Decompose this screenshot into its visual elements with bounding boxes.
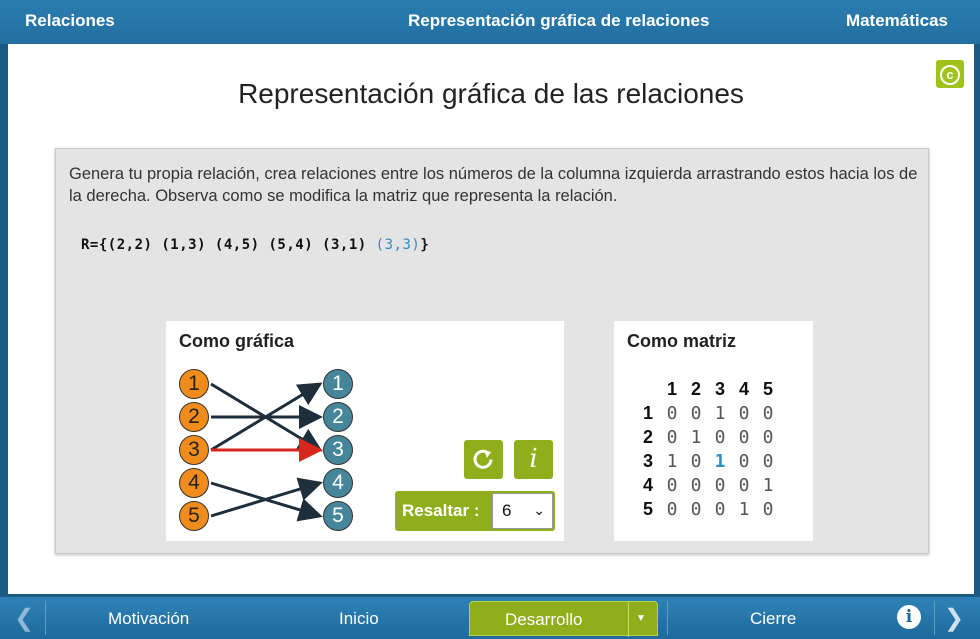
chevron-down-icon: ⌄ [533, 502, 545, 518]
matrix-cell: 0 [738, 403, 750, 424]
info-icon[interactable]: i [897, 605, 921, 629]
matrix-col-header: 1 [666, 379, 677, 399]
matrix-cell: 1 [714, 451, 726, 472]
left-node-1[interactable]: 1 [179, 369, 209, 399]
matrix-row-header: 2 [642, 427, 653, 447]
left-node-3[interactable]: 3 [179, 435, 209, 465]
matrix-row: 500010 [636, 499, 780, 523]
matrix-row-header: 1 [642, 403, 653, 423]
matrix-row: 201000 [636, 427, 780, 451]
matrix-cell: 0 [666, 499, 678, 520]
matrix-cell: 0 [714, 499, 726, 520]
matrix-cell: 0 [738, 475, 750, 496]
relation-prefix: R={(2,2) (1,3) (4,5) (5,4) (3,1) [81, 237, 376, 253]
matrix-cell: 0 [762, 403, 774, 424]
matrix-cell: 1 [738, 499, 750, 520]
right-node-4[interactable]: 4 [323, 468, 353, 498]
resaltar-select[interactable]: 6 ⌄ [492, 493, 553, 529]
page-title: Representación gráfica de las relaciones [238, 78, 744, 109]
matrix-row: 100100 [636, 403, 780, 427]
matrix-cell: 0 [762, 427, 774, 448]
matrix-cell: 1 [714, 403, 726, 424]
content-area: c Representación gráfica de las relacion… [8, 44, 974, 594]
left-node-2[interactable]: 2 [179, 402, 209, 432]
matrix-box: Como matriz 1234510010020100031010040000… [614, 321, 813, 541]
dropdown-arrow-icon[interactable]: ▼ [636, 613, 646, 624]
footer-nav: ❮ Motivación Inicio Desarrollo ▼ Cierre … [0, 597, 980, 639]
relation-suffix: } [420, 237, 430, 253]
reset-icon [473, 449, 493, 469]
nav-cierre[interactable]: Cierre [750, 609, 796, 629]
relation-set: R={(2,2) (1,3) (4,5) (5,4) (3,1) (3,3)} [81, 237, 429, 253]
matrix-row-header: 4 [642, 475, 653, 495]
matrix-cell: 0 [666, 403, 678, 424]
matrix-cell: 0 [714, 427, 726, 448]
prev-arrow-icon[interactable]: ❮ [14, 604, 34, 633]
nav-motivacion[interactable]: Motivación [108, 609, 189, 629]
relation-highlighted-pair: (3,3) [375, 237, 421, 253]
matrix-cell: 0 [666, 475, 678, 496]
header-page-title: Representación gráfica de relaciones [408, 11, 710, 30]
nav-inicio[interactable]: Inicio [339, 609, 379, 629]
matrix-cell: 0 [738, 427, 750, 448]
nav-desarrollo-divider [628, 602, 629, 637]
matrix-col-header: 4 [738, 379, 749, 399]
matrix-title: Como matriz [627, 331, 737, 351]
matrix-cell: 1 [762, 475, 774, 496]
matrix-corner [636, 379, 660, 403]
matrix-col-header: 2 [690, 379, 701, 399]
matrix-row: 400001 [636, 475, 780, 499]
right-node-1[interactable]: 1 [323, 369, 353, 399]
matrix-cell: 0 [762, 451, 774, 472]
resaltar-label: Resaltar : [402, 501, 480, 520]
header-section-title: Relaciones [25, 11, 115, 30]
resaltar-control: Resaltar : 6 ⌄ [395, 491, 555, 531]
footer-divider [45, 601, 46, 635]
matrix-col-header: 3 [714, 379, 725, 399]
footer-divider [667, 601, 668, 635]
matrix-cell: 0 [690, 499, 702, 520]
right-node-5[interactable]: 5 [323, 501, 353, 531]
header-subject: Matemáticas [845, 11, 948, 30]
right-node-3[interactable]: 3 [323, 435, 353, 465]
activity-panel: Genera tu propia relación, crea relacion… [55, 148, 929, 554]
info-icon: i [529, 444, 538, 474]
graph-box: Como gráfica i Resaltar: 6 ⌄ 1 2 3 4 5 … [166, 321, 564, 541]
matrix-cell: 0 [738, 451, 750, 472]
resaltar-value: 6 [502, 501, 512, 520]
nav-desarrollo-label: Desarrollo [505, 610, 583, 629]
matrix-col-header: 5 [762, 379, 773, 399]
matrix-cell: 0 [690, 451, 702, 472]
matrix-row-header: 5 [642, 499, 653, 519]
matrix-cell: 0 [690, 403, 702, 424]
left-node-4[interactable]: 4 [179, 468, 209, 498]
reset-button[interactable] [464, 440, 503, 479]
nav-desarrollo[interactable]: Desarrollo ▼ [469, 601, 658, 637]
left-node-5[interactable]: 5 [179, 501, 209, 531]
instructions-text: Genera tu propia relación, crea relacion… [69, 165, 918, 205]
matrix-cell: 0 [714, 475, 726, 496]
matrix-cell: 1 [666, 451, 678, 472]
next-arrow-icon[interactable]: ❯ [944, 604, 964, 633]
matrix-cell: 0 [762, 499, 774, 520]
matrix-cell: 0 [690, 475, 702, 496]
footer-divider [934, 601, 935, 635]
relation-matrix: 12345100100201000310100400001500010 [636, 379, 780, 523]
matrix-row: 310100 [636, 451, 780, 475]
matrix-cell: 1 [690, 427, 702, 448]
matrix-row-header: 3 [642, 451, 653, 471]
header-bar: Relaciones Representación gráfica de rel… [0, 0, 980, 44]
right-node-2[interactable]: 2 [323, 402, 353, 432]
info-button[interactable]: i [514, 440, 553, 479]
matrix-cell: 0 [666, 427, 678, 448]
